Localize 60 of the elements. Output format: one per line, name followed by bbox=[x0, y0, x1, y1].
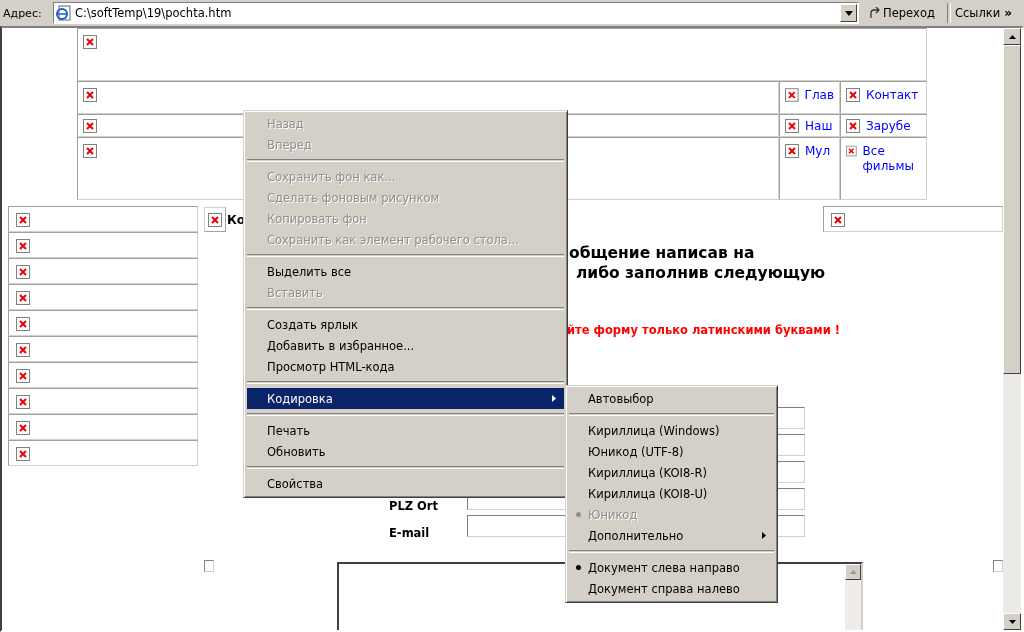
broken-image-icon bbox=[208, 213, 222, 227]
vertical-scrollbar[interactable] bbox=[1003, 28, 1021, 630]
broken-image-icon bbox=[16, 343, 30, 357]
dropdown-button[interactable] bbox=[840, 4, 857, 22]
menu-item[interactable]: Документ справа налево bbox=[569, 578, 774, 599]
broken-image-icon bbox=[846, 144, 857, 158]
submenu-arrow-icon bbox=[552, 395, 556, 402]
broken-image-icon bbox=[16, 421, 30, 435]
textarea-scrollbar[interactable] bbox=[845, 564, 861, 630]
menu-item[interactable]: Кириллица (KOI8-U) bbox=[569, 483, 774, 504]
broken-image-icon bbox=[16, 447, 30, 461]
menu-item[interactable]: Добавить в избранное... bbox=[247, 335, 564, 356]
broken-image-icon bbox=[16, 239, 30, 253]
broken-image-icon bbox=[16, 317, 30, 331]
broken-image-icon bbox=[16, 369, 30, 383]
broken-image-icon bbox=[16, 213, 30, 227]
broken-image-icon bbox=[831, 213, 845, 227]
menu-item[interactable]: Просмотр HTML-кода bbox=[247, 356, 564, 377]
menu-item[interactable]: Создать ярлык bbox=[247, 314, 564, 335]
arrow-icon bbox=[869, 7, 881, 19]
heading-text: общение написав на bbox=[569, 243, 755, 263]
up-arrow-icon bbox=[849, 570, 857, 574]
menu-item[interactable]: Автовыбор bbox=[569, 388, 774, 409]
field-label: PLZ Ort bbox=[389, 500, 440, 512]
broken-image-icon bbox=[16, 265, 30, 279]
menu-item[interactable]: Выделить все bbox=[247, 261, 564, 282]
menu-item[interactable]: Кириллица (KOI8-R) bbox=[569, 462, 774, 483]
broken-image-icon bbox=[83, 119, 97, 133]
menu-item[interactable]: Свойства bbox=[247, 473, 564, 494]
scroll-thumb[interactable] bbox=[1003, 45, 1021, 374]
address-label: Адрес: bbox=[3, 6, 43, 20]
image-frame bbox=[204, 560, 214, 572]
broken-image-icon bbox=[83, 35, 97, 49]
field-label: E-mail bbox=[389, 527, 431, 539]
menu-item[interactable]: Кодировка bbox=[247, 388, 564, 409]
heading-text: либо заполнив следующую bbox=[576, 263, 826, 283]
menu-item[interactable]: Печать bbox=[247, 420, 564, 441]
broken-image-icon bbox=[846, 119, 860, 133]
broken-image-icon bbox=[83, 144, 97, 158]
address-field[interactable]: C:\softTemp\19\pochta.htm bbox=[53, 2, 859, 24]
down-arrow-icon bbox=[1008, 619, 1016, 624]
caret-icon bbox=[844, 10, 853, 16]
menu-item[interactable]: Юникод (UTF-8) bbox=[569, 441, 774, 462]
menu-item[interactable]: Дополнительно bbox=[569, 525, 774, 546]
broken-image-icon bbox=[16, 395, 30, 409]
submenu-arrow-icon bbox=[762, 532, 766, 539]
broken-image-icon bbox=[846, 88, 860, 102]
broken-image-icon bbox=[16, 291, 30, 305]
broken-image-icon bbox=[785, 119, 799, 133]
menu-item[interactable]: Обновить bbox=[247, 441, 564, 462]
image-frame bbox=[993, 560, 1003, 572]
page-icon bbox=[56, 5, 72, 21]
menu-item[interactable]: Документ слева направо bbox=[569, 557, 774, 578]
broken-image-icon bbox=[785, 88, 799, 102]
notice-text: йте форму только латинскими буквами ! bbox=[567, 323, 840, 337]
broken-image-icon bbox=[83, 88, 97, 102]
menu-item[interactable]: Кириллица (Windows) bbox=[569, 420, 774, 441]
up-arrow-icon bbox=[1008, 34, 1016, 39]
nav-link[interactable]: Мул bbox=[805, 144, 831, 159]
broken-image-icon bbox=[785, 144, 799, 158]
